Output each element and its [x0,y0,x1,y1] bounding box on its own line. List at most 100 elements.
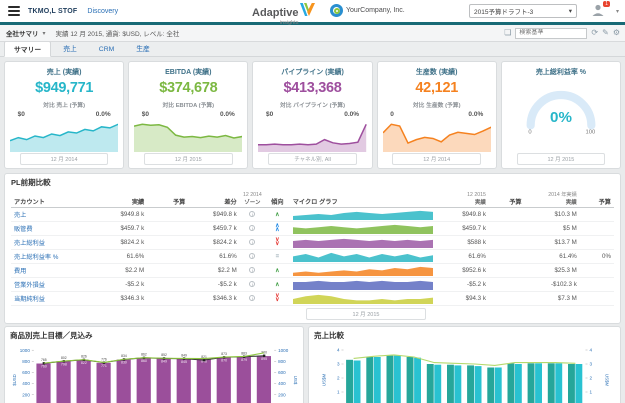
micro-chart-cell [290,250,438,264]
actual-value: 61.6% [92,250,147,264]
notification-badge: 1 [603,1,610,7]
diff-value: -$5.2 k [188,278,239,292]
svg-text:771: 771 [101,364,107,368]
actual-2015-value: $949.8 k [438,208,489,222]
gear-icon[interactable]: ⚙ [613,27,620,39]
svg-text:849: 849 [161,360,167,364]
budget-2014-value [580,264,614,278]
edit-icon[interactable]: ✎ [602,27,609,39]
svg-text:873: 873 [221,352,227,356]
actual-2015-value: $588 k [438,236,489,250]
user-menu[interactable]: 1 [591,3,607,19]
kpi-compare-label: 対比 生産数 (予算) [413,100,461,109]
svg-text:883: 883 [241,352,247,356]
diff-value: 61.6% [188,250,239,264]
budget-2015-value [489,250,525,264]
svg-text:900: 900 [261,351,267,355]
svg-text:849: 849 [181,353,187,357]
kpi-compare-value: $0 [18,111,25,118]
version-select[interactable]: 2015予算ドラフト-3 ▾ [469,4,577,18]
info-icon[interactable]: i [249,295,255,301]
table-row: 営業外損益-$5.2 k-$5.2 ki∧-$5.2 k-$102.3 k [11,278,614,292]
account-link[interactable]: 営業外損益 [11,278,92,292]
info-icon[interactable]: i [249,211,255,217]
budget-2014-value [580,292,614,306]
kpi-compare-pct: 0.0% [468,111,483,118]
diff-value: $949.8 k [188,208,239,222]
info-icon[interactable]: i [249,239,255,245]
kpi-card-gross-margin-gauge: 売上総利益率 % 0% 0 100 12 月 2015 [501,61,621,169]
kpi-period-selector[interactable]: 12 月 2015 [517,153,606,165]
info-icon[interactable]: i [249,225,255,231]
micro-chart-cell [290,292,438,306]
kpi-compare-pct: 0.0% [344,111,359,118]
svg-text:200: 200 [278,392,286,397]
search-input[interactable] [515,28,587,39]
kpi-compare-value: $0 [266,111,273,118]
budget-2015-value [489,264,525,278]
svg-text:200: 200 [22,392,30,397]
micro-sparkline [293,209,433,220]
refresh-icon[interactable]: ⟳ [591,27,598,39]
account-link[interactable]: 売上総利益率 % [11,250,92,264]
account-link[interactable]: 売上総利益 [11,236,92,250]
tab-production[interactable]: 生産 [126,40,160,56]
kpi-sparkline [10,120,118,152]
kpi-channel-selector[interactable]: チャネル別, All [268,153,357,165]
svg-text:802: 802 [61,356,67,360]
tenant-name: TKMO,L STOF [28,8,77,15]
svg-text:834: 834 [121,354,127,358]
actual-2014-value: $25.3 M [525,264,580,278]
col-zone: 12 2014 ゾーン [240,190,265,208]
account-link[interactable]: 販管費 [11,222,92,236]
info-icon[interactable]: i [249,281,255,287]
actual-2015-value: 61.6% [438,250,489,264]
actual-value: $2.2 M [92,264,147,278]
table-period-pager[interactable]: 12 月 2015 [306,308,426,320]
kpi-compare-value: $0 [142,111,149,118]
discovery-link[interactable]: Discovery [87,8,118,15]
budget-2015-value [489,208,525,222]
chart-title: 売上比較 [314,330,615,341]
tab-sales[interactable]: 売上 [53,40,87,56]
account-link[interactable]: 費用 [11,264,92,278]
share-icon[interactable]: ❏ [504,27,511,39]
kpi-period-selector[interactable]: 12 月 2014 [20,153,109,165]
svg-text:1000: 1000 [20,348,31,353]
kpi-title: 売上 (実績) [47,67,82,77]
tab-summary[interactable]: サマリー [4,41,51,57]
trend-icon: ∨∨ [275,238,279,246]
kpi-card-pipeline: パイプライン (実績) $413,368 対比 パイプライン (予算) $0 0… [252,61,372,169]
kpi-period-selector[interactable]: 12 月 2014 [392,153,481,165]
menu-icon[interactable] [8,6,20,16]
svg-text:3: 3 [337,362,340,367]
trend-cell: ∨∨ [265,236,290,250]
product-sales-target-panel: 商品別売上目標／見込み 0020020040040060060080080010… [4,326,304,403]
col-2014-actual: 2014 年実績 実績 [525,190,580,208]
svg-text:798: 798 [61,362,67,366]
info-icon[interactable]: i [249,253,255,259]
micro-chart-cell [290,278,438,292]
account-link[interactable]: 売上 [11,208,92,222]
info-icon[interactable]: i [249,267,255,273]
budget-2014-value [580,208,614,222]
trend-icon: ∧∧ [275,224,279,232]
user-caret-icon[interactable]: ▾ [616,8,619,15]
product-sales-bar-chart: 0020020040040060060080080010001000$USDUS… [10,343,298,403]
svg-text:US$M: US$M [605,374,610,387]
table-row: 販管費$459.7 k$459.7 ki∧∧$459.7 k$5 M [11,222,614,236]
tab-crm[interactable]: CRM [89,43,124,56]
svg-text:4: 4 [337,348,340,353]
kpi-period-selector[interactable]: 12 月 2015 [144,153,233,165]
dashboard-select[interactable]: 全社サマリ [6,28,39,38]
kpi-card-sales: 売上 (実績) $949,771 対比 売上 (予算) $0 0.0% 12 月… [4,61,124,169]
kpi-value: 42,121 [415,80,458,96]
account-link[interactable]: 当期純利益 [11,292,92,306]
col-2015-actual: 12 2015 実績 [438,190,489,208]
col-2015-budget: 予算 [489,190,525,208]
trend-icon: ∧ [275,213,279,217]
col-micro-chart: マイクロ グラフ [290,190,438,208]
filter-bar: 全社サマリ ▾ 実績 12 月 2015, 通貨: $USD, レベル: 全社 … [0,25,625,42]
chevron-down-icon[interactable]: ▾ [43,30,46,37]
trend-cell: = [265,250,290,264]
